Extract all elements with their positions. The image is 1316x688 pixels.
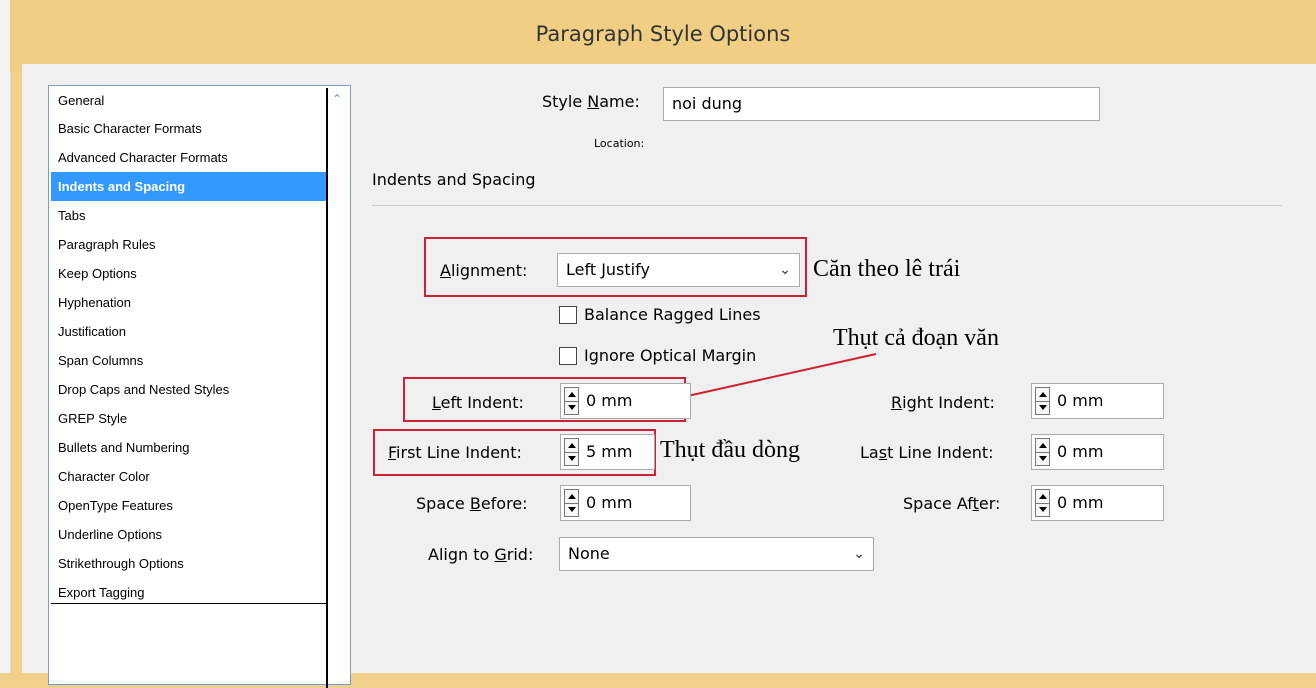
- right-indent-field[interactable]: 0 mm: [1031, 383, 1164, 419]
- sidebar-item-span-columns[interactable]: Span Columns: [51, 346, 326, 375]
- sidebar-item-drop-caps-and-nested-styles[interactable]: Drop Caps and Nested Styles: [51, 375, 326, 404]
- sidebar-item-tabs[interactable]: Tabs: [51, 201, 326, 230]
- sidebar-item-hyphenation[interactable]: Hyphenation: [51, 288, 326, 317]
- sidebar-item-strikethrough-options[interactable]: Strikethrough Options: [51, 549, 326, 578]
- list-end-divider: [51, 603, 326, 604]
- sidebar-item-underline-options[interactable]: Underline Options: [51, 520, 326, 549]
- sidebar-item-grep-style[interactable]: GREP Style: [51, 404, 326, 433]
- style-name-label: Style Name:: [542, 92, 640, 111]
- space-after-value: 0 mm: [1057, 493, 1104, 512]
- window-title: Paragraph Style Options: [535, 22, 791, 46]
- category-list-items: General Basic Character Formats Advanced C…: [51, 88, 328, 688]
- last-line-indent-value: 0 mm: [1057, 442, 1104, 461]
- title-bar[interactable]: Paragraph Style Options: [10, 0, 1316, 72]
- sidebar-item-justification[interactable]: Justification: [51, 317, 326, 346]
- background-window-edge: [0, 0, 11, 673]
- first-line-indent-value: 5 mm: [586, 442, 633, 461]
- section-title: Indents and Spacing: [372, 170, 536, 189]
- stepper-icon[interactable]: [1035, 489, 1050, 517]
- sidebar-item-keep-options[interactable]: Keep Options: [51, 259, 326, 288]
- stepper-icon[interactable]: [564, 489, 579, 517]
- last-line-indent-label: Last Line Indent:: [860, 443, 994, 462]
- style-name-input[interactable]: noi dung: [663, 87, 1100, 121]
- sidebar-item-general[interactable]: General: [51, 88, 326, 114]
- sidebar-item-basic-character-formats[interactable]: Basic Character Formats: [51, 114, 326, 143]
- chevron-down-icon: ⌄: [853, 546, 865, 562]
- stepper-icon[interactable]: [564, 387, 579, 415]
- stepper-icon[interactable]: [564, 438, 579, 466]
- balance-ragged-checkbox[interactable]: [559, 306, 577, 324]
- align-to-grid-label: Align to Grid:: [428, 545, 534, 564]
- chevron-down-icon: ⌄: [779, 262, 791, 278]
- align-to-grid-value: None: [568, 544, 610, 563]
- alignment-annotation: Căn theo lê trái: [813, 256, 961, 282]
- sidebar-item-bullets-and-numbering[interactable]: Bullets and Numbering: [51, 433, 326, 462]
- left-indent-value: 0 mm: [586, 391, 633, 410]
- ignore-optical-checkbox[interactable]: [559, 347, 577, 365]
- stepper-icon[interactable]: [1035, 387, 1050, 415]
- section-divider: [372, 205, 1282, 206]
- sidebar-item-character-color[interactable]: Character Color: [51, 462, 326, 491]
- sidebar-item-paragraph-rules[interactable]: Paragraph Rules: [51, 230, 326, 259]
- category-scrollbar[interactable]: ⌃: [328, 88, 349, 688]
- alignment-value: Left Justify: [566, 260, 650, 279]
- annotation-pointer-line: [682, 353, 877, 398]
- space-before-field[interactable]: 0 mm: [560, 485, 691, 521]
- left-indent-label: Left Indent:: [432, 393, 524, 412]
- category-list[interactable]: General Basic Character Formats Advanced C…: [48, 85, 351, 688]
- left-indent-field[interactable]: 0 mm: [560, 383, 691, 419]
- first-line-indent-field[interactable]: 5 mm: [560, 434, 655, 470]
- sidebar-item-opentype-features[interactable]: OpenType Features: [51, 491, 326, 520]
- alignment-label: Alignment:: [440, 261, 528, 280]
- align-to-grid-dropdown[interactable]: None ⌄: [559, 537, 874, 571]
- sidebar-item-indents-and-spacing[interactable]: Indents and Spacing: [51, 172, 326, 201]
- location-label: Location:: [594, 137, 645, 150]
- sidebar-item-advanced-character-formats[interactable]: Advanced Character Formats: [51, 143, 326, 172]
- space-before-label: Space Before:: [416, 494, 528, 513]
- left-indent-annotation: Thụt cả đoạn văn: [833, 325, 999, 351]
- last-line-indent-field[interactable]: 0 mm: [1031, 434, 1164, 470]
- right-indent-label: Right Indent:: [891, 393, 995, 412]
- space-before-value: 0 mm: [586, 493, 633, 512]
- balance-ragged-label: Balance Ragged Lines: [584, 305, 761, 324]
- scroll-up-icon[interactable]: ⌃: [332, 92, 342, 106]
- right-indent-value: 0 mm: [1057, 391, 1104, 410]
- first-line-indent-label: First Line Indent:: [388, 443, 522, 462]
- space-after-field[interactable]: 0 mm: [1031, 485, 1164, 521]
- first-line-annotation: Thụt đầu dòng: [660, 437, 800, 463]
- space-after-label: Space After:: [903, 494, 1001, 513]
- stepper-icon[interactable]: [1035, 438, 1050, 466]
- alignment-dropdown[interactable]: Left Justify ⌄: [557, 253, 800, 287]
